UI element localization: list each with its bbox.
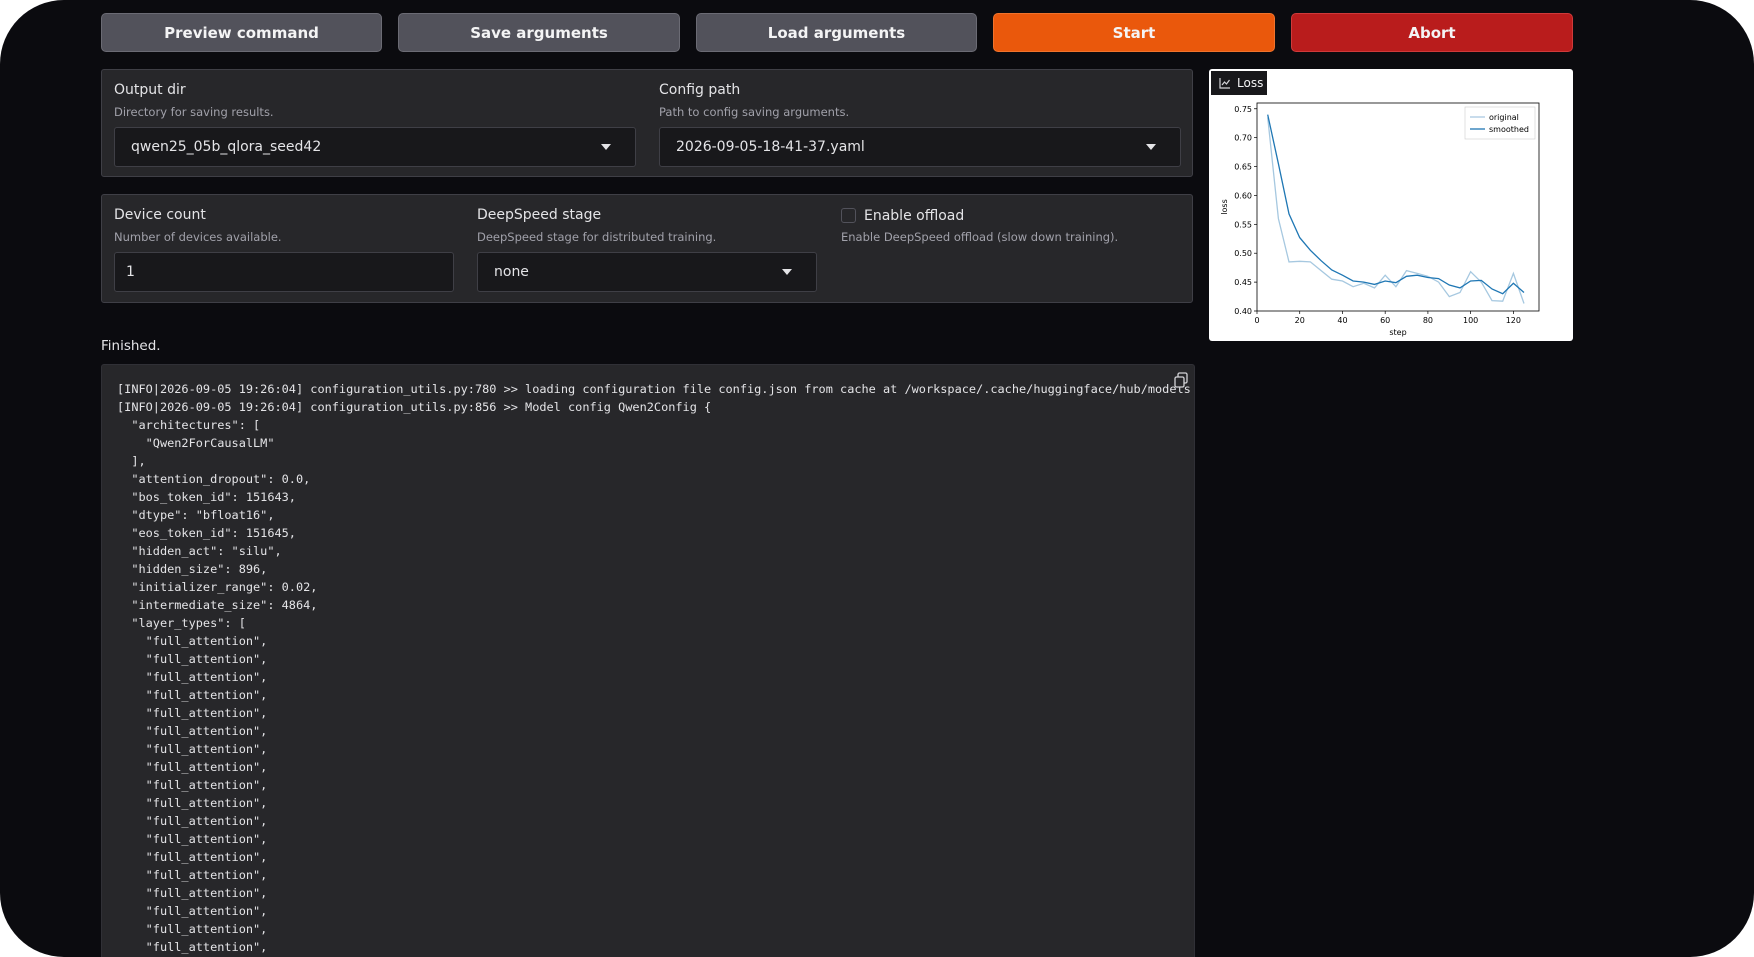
load-arguments-button[interactable]: Load arguments bbox=[696, 13, 977, 52]
preview-command-button[interactable]: Preview command bbox=[101, 13, 382, 52]
series-line-original bbox=[1267, 117, 1525, 304]
deepspeed-stage-label: DeepSpeed stage bbox=[477, 207, 602, 223]
config-path-label: Config path bbox=[659, 82, 741, 98]
chevron-down-icon bbox=[601, 144, 611, 150]
abort-button[interactable]: Abort bbox=[1291, 13, 1573, 52]
y-tick-label: 0.75 bbox=[1234, 105, 1252, 114]
loss-plot-panel: Loss 0 20 40 60 80 100 120 0.40 0.45 0.50 0.55 0.60… bbox=[1209, 69, 1573, 341]
enable-offload-label[interactable]: Enable offload bbox=[864, 208, 964, 224]
y-tick-label: 0.55 bbox=[1234, 220, 1252, 229]
legend-label: smoothed bbox=[1489, 125, 1529, 134]
config-path-dropdown[interactable]: 2026-09-05-18-41-37.yaml bbox=[659, 127, 1181, 167]
deepspeed-stage-dropdown[interactable]: none bbox=[477, 252, 817, 292]
config-path-info: Path to config saving arguments. bbox=[659, 105, 850, 119]
x-tick-label: 100 bbox=[1463, 316, 1478, 325]
y-axis-label: loss bbox=[1220, 199, 1229, 214]
enable-offload-info: Enable DeepSpeed offload (slow down trai… bbox=[841, 230, 1119, 244]
x-tick-label: 40 bbox=[1337, 316, 1347, 325]
y-tick-label: 0.40 bbox=[1234, 307, 1252, 316]
legend-box bbox=[1464, 106, 1536, 140]
save-arguments-button[interactable]: Save arguments bbox=[398, 13, 680, 52]
y-tick-label: 0.45 bbox=[1234, 278, 1252, 287]
device-count-label: Device count bbox=[114, 207, 206, 223]
y-tick-label: 0.60 bbox=[1234, 191, 1252, 200]
device-count-input[interactable]: 1 bbox=[114, 252, 454, 292]
device-count-info: Number of devices available. bbox=[114, 230, 282, 244]
deepspeed-stage-info: DeepSpeed stage for distributed training… bbox=[477, 230, 717, 244]
deepspeed-stage-value: none bbox=[494, 264, 529, 280]
chevron-down-icon bbox=[1146, 144, 1156, 150]
x-tick-label: 0 bbox=[1254, 316, 1259, 325]
copy-icon[interactable] bbox=[1172, 371, 1190, 389]
config-path-value: 2026-09-05-18-41-37.yaml bbox=[676, 139, 865, 155]
output-dir-info: Directory for saving results. bbox=[114, 105, 274, 119]
app-window: Preview command Save arguments Load argu… bbox=[0, 0, 1754, 957]
log-output[interactable]: [INFO|2026-09-05 19:26:04] configuration… bbox=[101, 364, 1195, 957]
enable-offload-checkbox[interactable] bbox=[841, 208, 856, 223]
status-text: Finished. bbox=[101, 338, 161, 354]
start-button[interactable]: Start bbox=[993, 13, 1275, 52]
x-axis-label: step bbox=[1389, 328, 1406, 337]
y-tick-label: 0.70 bbox=[1234, 134, 1252, 143]
output-dir-label: Output dir bbox=[114, 82, 186, 98]
device-panel: Device count Number of devices available… bbox=[101, 194, 1193, 303]
y-tick-label: 0.50 bbox=[1234, 249, 1252, 258]
chevron-down-icon bbox=[782, 269, 792, 275]
x-tick-label: 60 bbox=[1380, 316, 1390, 325]
log-text: [INFO|2026-09-05 19:26:04] configuration… bbox=[117, 382, 1191, 954]
output-dir-dropdown[interactable]: qwen25_05b_qlora_seed42 bbox=[114, 127, 636, 167]
loss-chart: 0 20 40 60 80 100 120 0.40 0.45 0.50 0.55 0.60 0.65 0… bbox=[1220, 102, 1540, 337]
output-dir-value: qwen25_05b_qlora_seed42 bbox=[131, 139, 322, 155]
y-tick-label: 0.65 bbox=[1234, 163, 1252, 172]
x-tick-label: 20 bbox=[1295, 316, 1305, 325]
x-tick-label: 120 bbox=[1506, 316, 1521, 325]
legend-label: original bbox=[1489, 113, 1519, 122]
series-line-smoothed bbox=[1267, 114, 1525, 295]
output-panel: Output dir Directory for saving results.… bbox=[101, 69, 1193, 177]
x-tick-label: 80 bbox=[1423, 316, 1433, 325]
